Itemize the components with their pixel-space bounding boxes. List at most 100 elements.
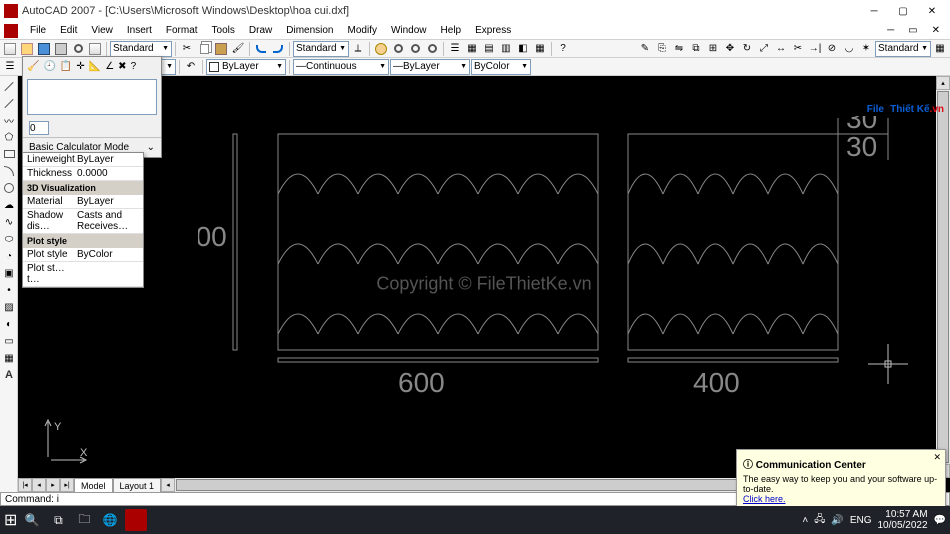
point-tool-button[interactable]: • xyxy=(1,282,17,298)
table-style-dropdown[interactable]: Standard▼ xyxy=(875,41,931,57)
linetype-dropdown[interactable]: — Continuous▼ xyxy=(293,59,389,75)
tray-date[interactable]: 10/05/2022 xyxy=(877,520,927,531)
zoom-realtime-button[interactable] xyxy=(390,41,406,57)
mod-mirror-button[interactable]: ⇋ xyxy=(671,41,687,57)
calc-more-icon[interactable]: ? xyxy=(131,61,137,72)
calc-clear-icon[interactable]: 🧹 xyxy=(27,61,39,72)
plotstyle-dropdown[interactable]: ByColor▼ xyxy=(471,59,531,75)
copy-button[interactable] xyxy=(196,41,212,57)
taskview-icon[interactable]: ⧉ xyxy=(47,509,69,531)
menu-help[interactable]: Help xyxy=(435,24,468,37)
autocad-taskbar-icon[interactable] xyxy=(125,509,147,531)
revcloud-tool-button[interactable]: ☁ xyxy=(1,197,17,213)
dim-style-dropdown[interactable]: Standard▼ xyxy=(293,41,349,57)
mod-trim-button[interactable]: ✂ xyxy=(790,41,806,57)
spline-tool-button[interactable]: ∿ xyxy=(1,214,17,230)
mod-copy-button[interactable]: ⎘ xyxy=(654,41,670,57)
publish-button[interactable] xyxy=(87,41,103,57)
tray-lang[interactable]: ENG xyxy=(850,515,872,526)
prop-material-value[interactable]: ByLayer xyxy=(77,196,139,207)
scroll-left-button[interactable]: ◂ xyxy=(161,478,175,492)
print-button[interactable] xyxy=(53,41,69,57)
calc-paste-icon[interactable]: 📋 xyxy=(60,61,72,72)
save-button[interactable] xyxy=(36,41,52,57)
menu-express[interactable]: Express xyxy=(469,24,517,37)
calc-history-icon[interactable]: 🕘 xyxy=(43,61,55,72)
block-tool-button[interactable]: ▣ xyxy=(1,265,17,281)
table-tool-button[interactable]: ▦ xyxy=(1,350,17,366)
zoom-previous-button[interactable] xyxy=(424,41,440,57)
explorer-icon[interactable]: 🗀 xyxy=(73,509,95,531)
mod-scale-button[interactable]: ⤢ xyxy=(756,41,772,57)
xline-tool-button[interactable] xyxy=(1,95,17,111)
notification-close-button[interactable]: ✕ xyxy=(933,452,941,463)
mod-array-button[interactable]: ⊞ xyxy=(705,41,721,57)
mod-move-button[interactable]: ✥ xyxy=(722,41,738,57)
gradient-tool-button[interactable]: ◐ xyxy=(1,316,17,332)
tray-network-icon[interactable]: 🖧 xyxy=(814,512,825,529)
mod-extend-button[interactable]: →| xyxy=(807,41,823,57)
tab-layout1[interactable]: Layout 1 xyxy=(113,478,162,492)
match-button[interactable]: 🖌 xyxy=(230,41,246,57)
menu-insert[interactable]: Insert xyxy=(121,24,158,37)
browser-icon[interactable]: 🌐 xyxy=(99,509,121,531)
zoom-window-button[interactable] xyxy=(407,41,423,57)
undo-button[interactable] xyxy=(253,41,269,57)
paste-button[interactable] xyxy=(213,41,229,57)
polyline-tool-button[interactable]: 〰 xyxy=(1,112,17,128)
table-button[interactable]: ▦ xyxy=(932,41,948,57)
toolpalettes-button[interactable]: ▤ xyxy=(481,41,497,57)
mod-rotate-button[interactable]: ↻ xyxy=(739,41,755,57)
prop-section-3d[interactable]: 3D Visualization xyxy=(23,181,143,195)
mod-fillet-button[interactable]: ◡ xyxy=(841,41,857,57)
menu-edit[interactable]: Edit xyxy=(54,24,83,37)
properties-button[interactable]: ☰ xyxy=(447,41,463,57)
dim-tool-button[interactable]: ⟂ xyxy=(350,41,366,57)
menu-dimension[interactable]: Dimension xyxy=(280,24,339,37)
preview-button[interactable] xyxy=(70,41,86,57)
menu-window[interactable]: Window xyxy=(385,24,433,37)
mdi-restore-button[interactable]: ▭ xyxy=(902,24,923,37)
ellipse-tool-button[interactable]: ⬭ xyxy=(1,231,17,247)
markup-button[interactable]: ◧ xyxy=(515,41,531,57)
new-button[interactable] xyxy=(2,41,18,57)
calc-button[interactable]: ▦ xyxy=(532,41,548,57)
calc-dist-icon[interactable]: 📐 xyxy=(89,61,101,72)
mod-stretch-button[interactable]: ↔ xyxy=(773,41,789,57)
pan-button[interactable] xyxy=(373,41,389,57)
arc-tool-button[interactable] xyxy=(1,163,17,179)
prop-thickness-value[interactable]: 0.0000 xyxy=(77,168,139,179)
quickcalc-panel[interactable]: 🧹 🕘 📋 ✛ 📐 ∠ ✖ ? Basic Calculator Mode⌄ xyxy=(22,56,162,158)
mdi-close-button[interactable]: ✕ xyxy=(926,24,946,37)
tab-prev-button[interactable]: ◂ xyxy=(32,478,46,492)
text-style-dropdown[interactable]: Standard▼ xyxy=(110,41,172,57)
calc-help-icon[interactable]: ✖ xyxy=(118,61,126,72)
circle-tool-button[interactable] xyxy=(1,180,17,196)
tray-time[interactable]: 10:57 AM xyxy=(877,509,927,520)
color-dropdown[interactable]: ByLayer▼ xyxy=(206,59,286,75)
prop-shadow-value[interactable]: Casts and Receives… xyxy=(77,210,139,232)
line-tool-button[interactable] xyxy=(1,78,17,94)
system-tray[interactable]: ˄ 🖧 🔊 ENG 10:57 AM 10/05/2022 💬 xyxy=(802,509,946,531)
calc-angle-icon[interactable]: ∠ xyxy=(105,61,114,72)
scroll-up-button[interactable]: ▴ xyxy=(936,76,950,90)
calc-display[interactable] xyxy=(27,79,157,115)
scroll-thumb[interactable] xyxy=(937,91,949,463)
menu-tools[interactable]: Tools xyxy=(206,24,241,37)
lineweight-dropdown[interactable]: — ByLayer▼ xyxy=(390,59,470,75)
hatch-tool-button[interactable]: ▨ xyxy=(1,299,17,315)
rectangle-tool-button[interactable] xyxy=(1,146,17,162)
layer-manager-button[interactable]: ☰ xyxy=(2,59,18,75)
designcenter-button[interactable]: ▦ xyxy=(464,41,480,57)
prop-section-plot[interactable]: Plot style xyxy=(23,234,143,248)
menu-modify[interactable]: Modify xyxy=(342,24,383,37)
tab-first-button[interactable]: |◂ xyxy=(18,478,32,492)
vertical-scrollbar[interactable]: ▴ ▾ xyxy=(936,76,950,478)
mdi-minimize-button[interactable]: ─ xyxy=(881,24,900,37)
ellipsearc-tool-button[interactable]: ◔ xyxy=(1,248,17,264)
layer-previous-button[interactable]: ↶ xyxy=(183,59,199,75)
mod-break-button[interactable]: ⊘ xyxy=(824,41,840,57)
mod-explode-button[interactable]: ✶ xyxy=(858,41,874,57)
maximize-button[interactable]: ▢ xyxy=(889,2,917,20)
mod-erase-button[interactable]: ✎ xyxy=(637,41,653,57)
